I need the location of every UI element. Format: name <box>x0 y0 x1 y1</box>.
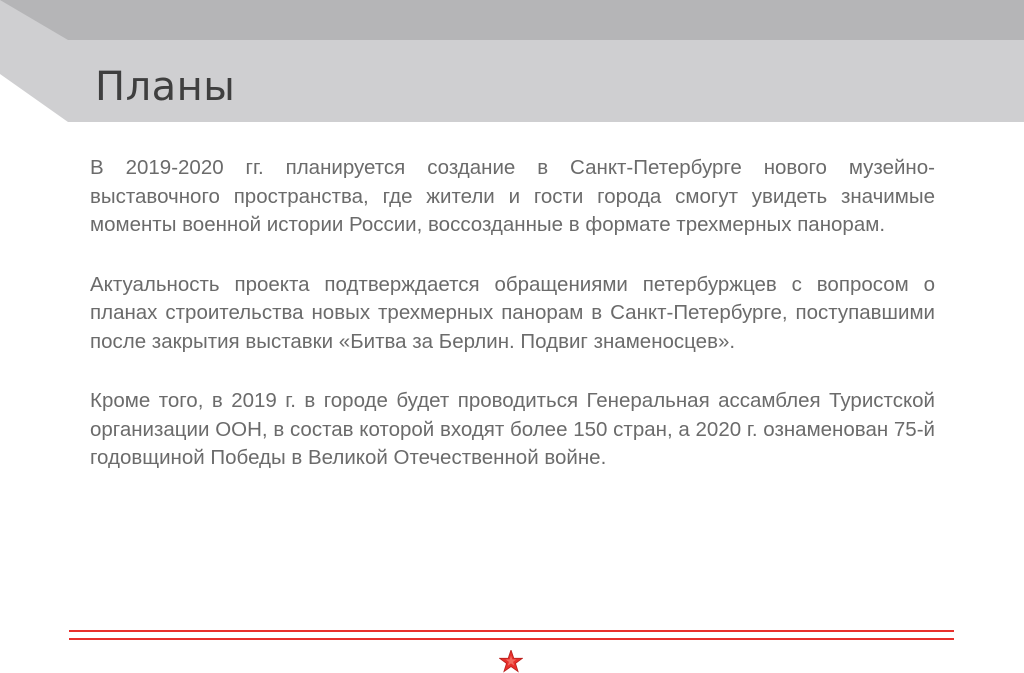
paragraph-plans: В 2019-2020 гг. планируется создание в С… <box>90 156 935 236</box>
slide-body: В 2019-2020 гг. планируется создание в С… <box>90 154 935 504</box>
paragraph-events: Кроме того, в 2019 г. в городе будет про… <box>90 389 935 469</box>
paragraph-relevance: Актуальность проекта подтверждается обра… <box>90 272 935 353</box>
slide: Планы В 2019-2020 гг. планируется создан… <box>0 0 1024 673</box>
footer-rule-bottom <box>69 638 954 640</box>
slide-title: Планы <box>95 64 236 110</box>
footer-rule-top <box>69 630 954 632</box>
red-star-icon <box>499 650 523 673</box>
